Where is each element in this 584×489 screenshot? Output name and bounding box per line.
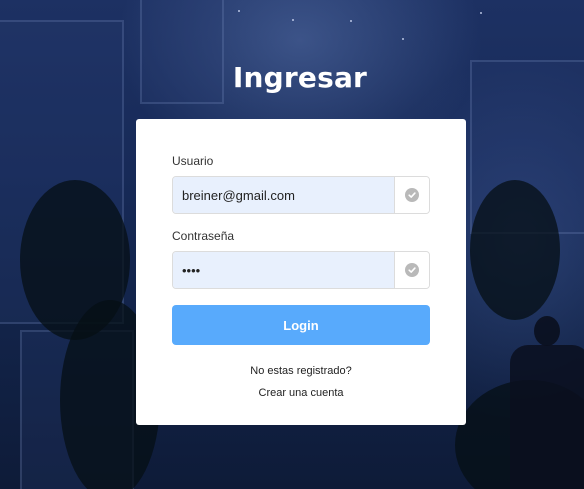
username-label: Usuario bbox=[172, 154, 214, 168]
page-title: Ingresar bbox=[232, 61, 368, 94]
password-field-group bbox=[172, 251, 430, 289]
password-input[interactable] bbox=[173, 252, 394, 288]
login-button[interactable]: Login bbox=[172, 305, 430, 345]
username-input[interactable] bbox=[173, 177, 394, 213]
create-account-link[interactable]: Crear una cuenta bbox=[136, 387, 466, 399]
not-registered-text: No estas registrado? bbox=[250, 365, 352, 377]
check-circle-icon bbox=[405, 188, 419, 202]
username-field-group bbox=[172, 176, 430, 214]
password-status-addon bbox=[394, 252, 429, 288]
password-label: Contraseña bbox=[172, 229, 235, 243]
username-status-addon bbox=[394, 177, 429, 213]
check-circle-icon bbox=[405, 263, 419, 277]
login-card: Usuario Contraseña Login No estas regist… bbox=[136, 119, 466, 425]
